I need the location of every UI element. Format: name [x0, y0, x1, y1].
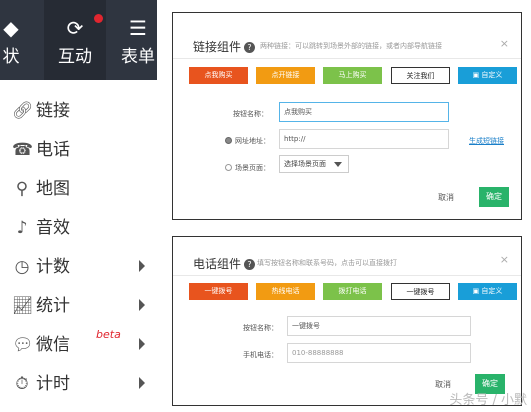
tab-interaction-label: 互动: [58, 47, 92, 67]
url-radio[interactable]: [225, 137, 232, 144]
sound-icon: ♪: [16, 218, 28, 238]
url-label: 网址地址：: [235, 137, 270, 145]
map-pin-icon: ⚲: [15, 179, 29, 199]
dialog-title-text: 电话组件: [193, 257, 242, 271]
preset-tabs: 一键拨号 热线电话 拨打电话 一键拨号 ▣ 自定义: [189, 283, 517, 301]
notification-dot: [94, 14, 103, 23]
menu-item-label: 统计: [36, 296, 70, 316]
tab-shape-label: 状: [2, 47, 20, 67]
timer-icon: ⏱︎: [15, 374, 29, 394]
link-icon: 🔗︎: [12, 101, 34, 121]
menu-item-sound[interactable]: ♪ 音效: [0, 209, 160, 247]
menu-item-label: 计数: [36, 257, 70, 277]
dialog-title: 链接组件?: [193, 38, 256, 55]
close-icon[interactable]: ×: [500, 253, 509, 266]
tab-form-label: 表单: [121, 47, 155, 67]
chart-icon: 📈︎: [12, 296, 34, 316]
menu-item-label: 地图: [36, 179, 70, 199]
menu-item-phone[interactable]: ☎ 电话: [0, 131, 160, 169]
tab-interaction[interactable]: ⟳ 互动: [44, 0, 106, 80]
scene-page-select[interactable]: 选择场景页面: [279, 155, 349, 173]
help-icon[interactable]: ?: [244, 42, 256, 53]
preset-tab-buy[interactable]: 点我购买: [189, 67, 248, 84]
button-name-input[interactable]: 一键拨号: [287, 316, 471, 336]
link-component-dialog: 链接组件? 两种链接：可以跳转到场景外部的链接，或者内部导航链接 × 点我购买 …: [172, 12, 522, 220]
cancel-button[interactable]: 取消: [438, 192, 454, 203]
menu-item-statistics[interactable]: 📈︎ 统计: [0, 287, 160, 325]
scene-page-label: 场景页面：: [235, 164, 270, 172]
phone-input[interactable]: 010-88888888: [287, 343, 471, 363]
chevron-right-icon: [139, 338, 145, 350]
menu-item-label: 音效: [36, 218, 70, 238]
menu-item-map[interactable]: ⚲ 地图: [0, 170, 160, 208]
confirm-button[interactable]: 确定: [479, 187, 509, 207]
scene-radio-row[interactable]: 场景页面：: [225, 163, 270, 173]
preset-tab-custom-label: 自定义: [481, 287, 503, 295]
menu-item-link[interactable]: 🔗︎ 链接: [0, 92, 160, 130]
close-icon[interactable]: ×: [500, 37, 509, 50]
chevron-right-icon: [139, 377, 145, 389]
dialog-description: 两种链接：可以跳转到场景外部的链接，或者内部导航链接: [260, 42, 442, 50]
phone-label: 手机电话：: [243, 351, 278, 359]
phone-component-dialog: 电话组件? 填写按钮名称和联系号码，点击可以直接拨打 × 一键拨号 热线电话 拨…: [172, 236, 522, 406]
component-tab-bar: ◆ 状 ⟳ 互动 ☰ 表单: [0, 0, 157, 80]
preset-tabs: 点我购买 点开链接 马上购买 关注我们 ▣ 自定义: [189, 67, 517, 85]
shape-icon: ◆: [3, 16, 19, 40]
url-input[interactable]: http://: [279, 129, 449, 149]
menu-item-wechat[interactable]: 💬︎ 微信 beta: [0, 326, 160, 364]
list-icon: ☰: [129, 16, 147, 40]
preset-tab-call[interactable]: 拨打电话: [323, 283, 382, 300]
dialog-title-text: 链接组件: [193, 40, 242, 54]
button-name-label: 按钮名称：: [233, 110, 268, 118]
tab-shape[interactable]: ◆ 状: [0, 0, 30, 80]
button-name-input[interactable]: 点我购买: [279, 102, 449, 122]
watermark: 头条号 / 小默: [449, 393, 527, 408]
clock-icon: ◷: [14, 257, 30, 277]
preset-tab-one-click[interactable]: 一键拨号: [189, 283, 248, 300]
chevron-down-icon: [334, 162, 342, 167]
chevron-right-icon: [139, 299, 145, 311]
preset-tab-one-click-outline[interactable]: 一键拨号: [391, 283, 450, 300]
dialog-description: 填写按钮名称和联系号码，点击可以直接拨打: [257, 259, 397, 267]
phone-icon: ☎: [12, 140, 34, 160]
menu-item-label: 微信: [36, 335, 70, 355]
help-icon[interactable]: ?: [244, 259, 256, 270]
tab-form[interactable]: ☰ 表单: [118, 0, 158, 80]
preset-tab-buy-now[interactable]: 马上购买: [323, 67, 382, 84]
short-link-button[interactable]: 生成短链接: [469, 136, 504, 146]
preset-tab-open-link[interactable]: 点开链接: [256, 67, 315, 84]
dialog-title: 电话组件?: [193, 255, 256, 272]
scene-page-select-value: 选择场景页面: [284, 160, 326, 168]
menu-item-counter[interactable]: ◷ 计数: [0, 248, 160, 286]
divider: [173, 275, 521, 276]
beta-badge: beta: [96, 328, 121, 341]
preset-tab-custom[interactable]: ▣ 自定义: [458, 67, 517, 84]
preset-tab-custom-label: 自定义: [481, 71, 503, 79]
preset-tab-hotline[interactable]: 热线电话: [256, 283, 315, 300]
scene-radio[interactable]: [225, 164, 232, 171]
preset-tab-custom[interactable]: ▣ 自定义: [458, 283, 517, 300]
button-name-label: 按钮名称：: [243, 324, 278, 332]
url-radio-row[interactable]: 网址地址：: [225, 136, 270, 146]
menu-item-label: 电话: [36, 140, 70, 160]
menu-item-label: 链接: [36, 101, 70, 121]
preset-tab-follow[interactable]: 关注我们: [391, 67, 450, 84]
menu-item-timer[interactable]: ⏱︎ 计时: [0, 365, 160, 403]
divider: [173, 58, 521, 59]
wechat-icon: 💬︎: [12, 335, 34, 355]
chevron-right-icon: [139, 260, 145, 272]
menu-item-label: 计时: [36, 374, 70, 394]
